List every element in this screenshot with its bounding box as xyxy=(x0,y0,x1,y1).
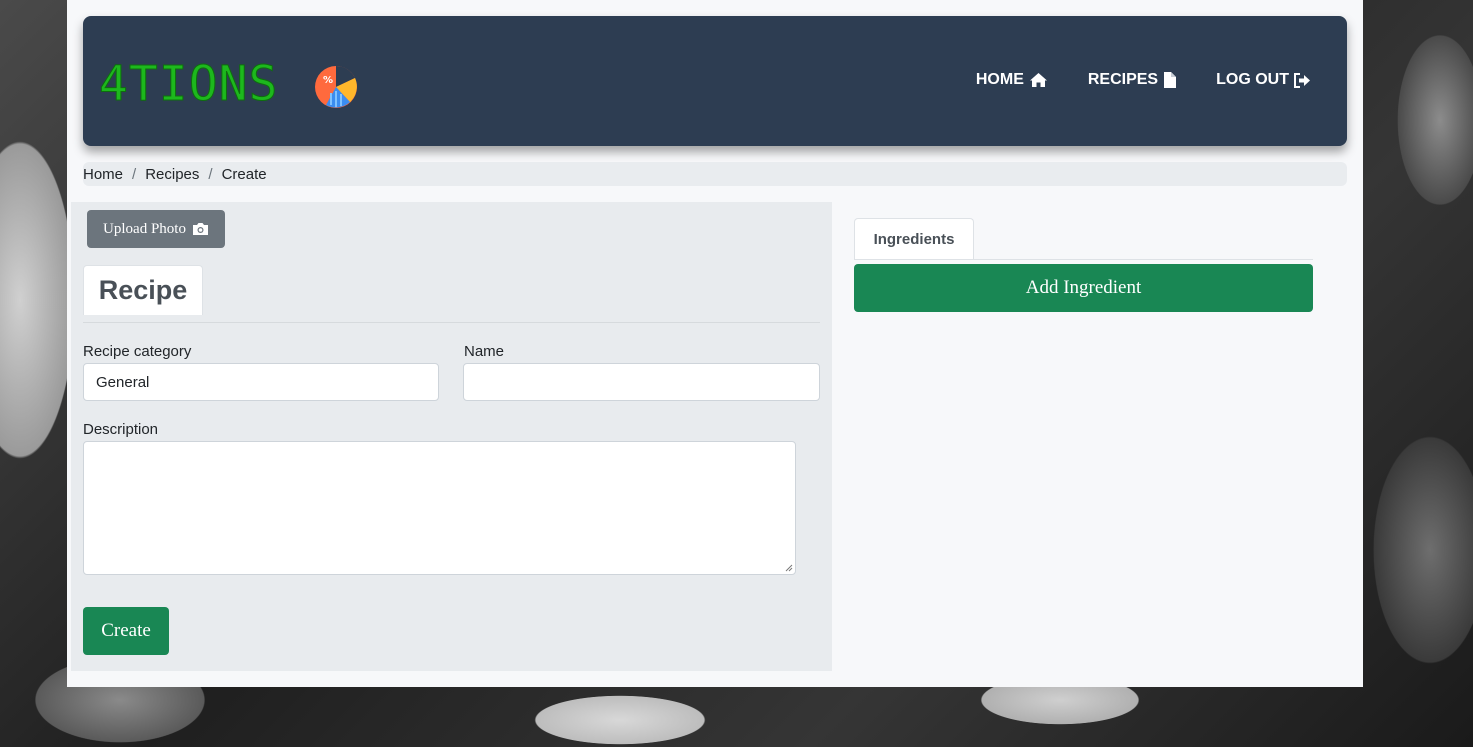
tab-ingredients[interactable]: Ingredients xyxy=(854,218,974,260)
breadcrumb-create: Create xyxy=(221,165,267,183)
breadcrumb-separator: / xyxy=(132,165,137,183)
breadcrumb-separator: / xyxy=(208,165,213,183)
name-input[interactable] xyxy=(463,363,820,401)
breadcrumb-home[interactable]: Home xyxy=(83,166,123,183)
ingredients-tab-divider xyxy=(854,259,1313,260)
add-ingredient-button[interactable]: Add Ingredient xyxy=(854,264,1313,312)
page-container: 4TIONS % HOME RECIPES LOG OUT Home / Rec… xyxy=(67,0,1363,687)
nav-recipes-link[interactable]: RECIPES xyxy=(1087,71,1177,89)
nav-logout-link[interactable]: LOG OUT xyxy=(1216,71,1311,89)
nav-home-label: HOME xyxy=(975,71,1024,88)
nav-logout-label: LOG OUT xyxy=(1216,71,1289,88)
svg-text:%: % xyxy=(323,75,333,86)
nav-links: HOME RECIPES LOG OUT xyxy=(976,71,1311,89)
pie-chart-logo-icon: % xyxy=(315,65,357,108)
tab-recipe[interactable]: Recipe xyxy=(83,265,203,315)
file-icon xyxy=(1164,72,1177,88)
description-textarea[interactable] xyxy=(83,441,796,575)
brand-name[interactable]: 4TIONS xyxy=(98,56,278,113)
home-icon xyxy=(1029,73,1047,87)
recipe-category-select[interactable]: General xyxy=(83,363,439,401)
navbar: 4TIONS % HOME RECIPES LOG OUT xyxy=(83,16,1347,146)
nav-recipes-label: RECIPES xyxy=(1087,71,1159,88)
name-label: Name xyxy=(464,343,505,360)
sign-out-icon xyxy=(1294,72,1310,88)
nav-home-link[interactable]: HOME xyxy=(976,71,1048,89)
breadcrumb: Home / Recipes / Create xyxy=(83,162,1347,186)
upload-photo-button[interactable]: Upload Photo xyxy=(87,210,225,248)
upload-photo-label: Upload Photo xyxy=(103,220,186,237)
recipe-form-panel: Upload Photo Recipe Recipe category Gene… xyxy=(71,202,832,671)
resize-handle-icon[interactable] xyxy=(785,564,793,572)
description-label: Description xyxy=(83,421,159,438)
tab-divider xyxy=(83,322,820,323)
breadcrumb-recipes[interactable]: Recipes xyxy=(145,166,199,183)
create-button[interactable]: Create xyxy=(83,607,169,655)
camera-icon xyxy=(192,223,208,235)
recipe-category-label: Recipe category xyxy=(83,343,192,360)
